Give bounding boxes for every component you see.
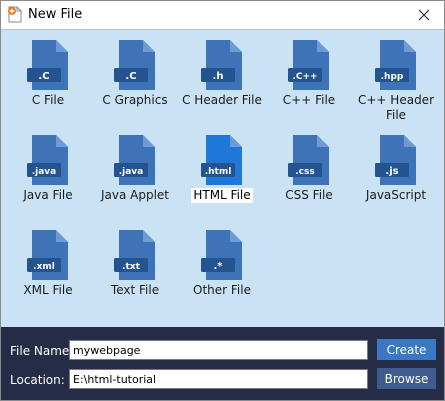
javascript-file-icon: .js [375, 135, 416, 185]
title-bar: New File [1, 1, 444, 29]
c-graphics-icon: .C [114, 40, 155, 90]
java-file-icon: .java [27, 135, 68, 185]
file-type-item[interactable]: .txt Text File [91, 229, 179, 319]
create-button[interactable]: Create [377, 339, 436, 360]
xml-file-icon: .xml [27, 230, 68, 280]
file-type-label: Text File [110, 283, 160, 297]
location-input[interactable] [69, 369, 368, 389]
file-name-label: File Name: [10, 344, 74, 358]
file-options-panel: File Name: Create Location: Browse [1, 327, 444, 400]
file-type-label: C Header File [182, 93, 262, 107]
file-type-label: JavaScript [365, 188, 427, 202]
c-header-file-icon: .h [201, 40, 242, 90]
file-type-grid: .C C File .C C Graphics .h C Header File .C++ C… [1, 29, 444, 327]
file-type-item[interactable]: .css CSS File [265, 134, 353, 224]
java-applet-icon: .java [114, 135, 155, 185]
file-type-item[interactable]: .java Java File [4, 134, 92, 224]
file-type-item[interactable]: .h C Header File [178, 39, 266, 129]
close-button[interactable] [404, 1, 444, 29]
cpp-file-icon: .C++ [288, 40, 329, 90]
new-file-dialog: New File .C C File .C C Graphics .h C Header … [0, 0, 445, 401]
file-extension-text: .h [213, 71, 224, 82]
file-type-label: C File [31, 93, 65, 107]
file-extension-text: .C++ [292, 72, 317, 82]
file-type-label: HTML File [191, 188, 253, 203]
file-type-label: C Graphics [102, 93, 168, 107]
file-extension-text: .html [205, 167, 232, 177]
file-type-label: CSS File [285, 188, 333, 202]
file-type-item[interactable]: .C C File [4, 39, 92, 129]
other-file-icon: .* [201, 230, 242, 280]
file-extension-text: .* [213, 261, 223, 272]
file-type-label: Java Applet [100, 188, 170, 202]
file-type-item[interactable]: .java Java Applet [91, 134, 179, 224]
file-type-label: Java File [23, 188, 73, 202]
file-extension-text: .txt [122, 262, 141, 272]
cpp-header-file-icon: .hpp [375, 40, 416, 90]
file-type-item[interactable]: .* Other File [178, 229, 266, 319]
window-title: New File [28, 7, 83, 22]
file-extension-text: .C [125, 71, 136, 82]
file-type-label: XML File [23, 283, 73, 297]
css-file-icon: .css [288, 135, 329, 185]
file-extension-text: .hpp [381, 72, 404, 82]
new-file-app-icon [8, 6, 22, 23]
file-extension-text: .css [295, 167, 314, 177]
file-extension-text: .C [38, 71, 49, 82]
file-type-label: Other File [193, 283, 251, 297]
file-extension-text: .java [119, 167, 144, 177]
html-file-icon: .html [201, 135, 242, 185]
file-extension-text: .js [385, 166, 398, 177]
file-type-item[interactable]: .hpp C++ Header File [352, 39, 440, 129]
text-file-icon: .txt [114, 230, 155, 280]
c-file-icon: .C [27, 40, 68, 90]
file-type-label: C++ Header File [358, 93, 434, 122]
file-name-input[interactable] [69, 340, 368, 360]
browse-button[interactable]: Browse [377, 368, 436, 389]
file-type-item[interactable]: .C C Graphics [91, 39, 179, 129]
file-extension-text: .java [32, 167, 57, 177]
file-type-label: C++ File [282, 93, 336, 107]
close-icon [418, 9, 430, 21]
file-type-item[interactable]: .xml XML File [4, 229, 92, 319]
file-type-item[interactable]: .C++ C++ File [265, 39, 353, 129]
file-type-item[interactable]: .js JavaScript [352, 134, 440, 224]
file-type-item[interactable]: .html HTML File [178, 134, 266, 224]
location-label: Location: [10, 373, 65, 387]
file-extension-text: .xml [33, 262, 55, 272]
